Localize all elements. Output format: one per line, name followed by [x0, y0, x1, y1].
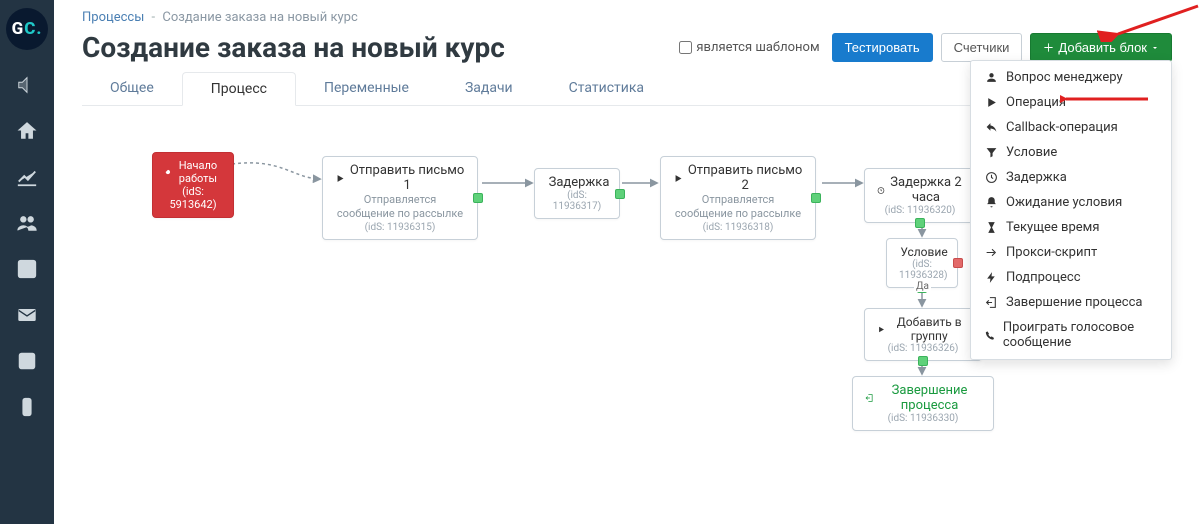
clock-icon — [985, 171, 998, 184]
breadcrumb: Процессы - Создание заказа на новый курс — [82, 10, 1172, 25]
hour-icon — [985, 221, 998, 234]
check-icon[interactable] — [0, 246, 54, 292]
dropdown-item-bell[interactable]: Ожидание условия — [971, 190, 1171, 215]
node-mail-2[interactable]: Отправить письмо 2 Отправляется сообщени… — [660, 156, 816, 240]
page-title: Создание заказа на новый курс — [82, 31, 505, 64]
home-icon[interactable] — [0, 108, 54, 154]
play-icon — [877, 324, 885, 335]
filter-icon — [985, 146, 998, 159]
annotation-arrow — [1060, 88, 1150, 110]
tab-general[interactable]: Общее — [82, 72, 182, 105]
node-delay-1[interactable]: Задержка (idS: 11936317) — [534, 168, 620, 219]
chevron-down-icon — [1151, 44, 1159, 52]
dropdown-item-exit[interactable]: Завершение процесса — [971, 290, 1171, 315]
power-icon — [165, 167, 171, 177]
node-end[interactable]: Завершение процесса (idS: 11936330) — [852, 376, 994, 431]
chart-icon[interactable] — [0, 154, 54, 200]
dropdown-item-arrow[interactable]: Прокси-скрипт — [971, 240, 1171, 265]
play-icon — [673, 173, 683, 184]
annotation-arrow — [1070, 2, 1200, 42]
breadcrumb-root[interactable]: Процессы — [82, 10, 144, 25]
test-button[interactable]: Тестировать — [832, 33, 933, 62]
dropdown-item-user[interactable]: Вопрос менеджеру — [971, 65, 1171, 90]
exit-icon — [865, 392, 874, 404]
breadcrumb-current: Создание заказа на новый курс — [162, 10, 357, 25]
dropdown-item-clock[interactable]: Задержка — [971, 165, 1171, 190]
dropdown-item-phone[interactable]: Проиграть голосовое сообщение — [971, 315, 1171, 355]
mobile-icon[interactable] — [0, 384, 54, 430]
tab-process[interactable]: Процесс — [182, 72, 296, 106]
phone-icon — [985, 329, 995, 342]
tab-stats[interactable]: Статистика — [541, 72, 672, 105]
mute-icon[interactable] — [0, 62, 54, 108]
counters-button[interactable]: Счетчики — [941, 33, 1023, 62]
play-icon — [985, 96, 998, 109]
arrow-icon — [985, 246, 998, 259]
exit-icon — [985, 296, 998, 309]
node-mail-1[interactable]: Отправить письмо 1 Отправляется сообщени… — [322, 156, 478, 240]
node-start[interactable]: Начало работы (idS: 5913642) — [152, 152, 234, 218]
bell-icon — [985, 196, 998, 209]
logo: GC. — [6, 8, 48, 50]
tab-variables[interactable]: Переменные — [296, 72, 437, 105]
users-icon[interactable] — [0, 200, 54, 246]
dropdown-item-filter[interactable]: Условие — [971, 140, 1171, 165]
safe-icon[interactable] — [0, 338, 54, 384]
template-checkbox-wrap[interactable]: является шаблоном — [679, 40, 819, 55]
play-icon — [335, 173, 345, 184]
condition-yes-label: Да — [914, 281, 931, 292]
sidebar: GC. — [0, 0, 54, 524]
user-icon — [985, 71, 998, 84]
dropdown-item-reply[interactable]: Callback-операция — [971, 115, 1171, 140]
dropdown-item-bolt[interactable]: Подпроцесс — [971, 265, 1171, 290]
node-delay-2[interactable]: Задержка 2 часа (idS: 11936320) — [864, 168, 976, 223]
tab-tasks[interactable]: Задачи — [437, 72, 541, 105]
clock-icon — [877, 185, 885, 196]
reply-icon — [985, 121, 998, 134]
bolt-icon — [985, 271, 998, 284]
mail-icon[interactable] — [0, 292, 54, 338]
template-checkbox[interactable] — [679, 41, 692, 54]
dropdown-item-hour[interactable]: Текущее время — [971, 215, 1171, 240]
node-add-group[interactable]: Добавить в группу (idS: 11936326) — [864, 308, 982, 361]
